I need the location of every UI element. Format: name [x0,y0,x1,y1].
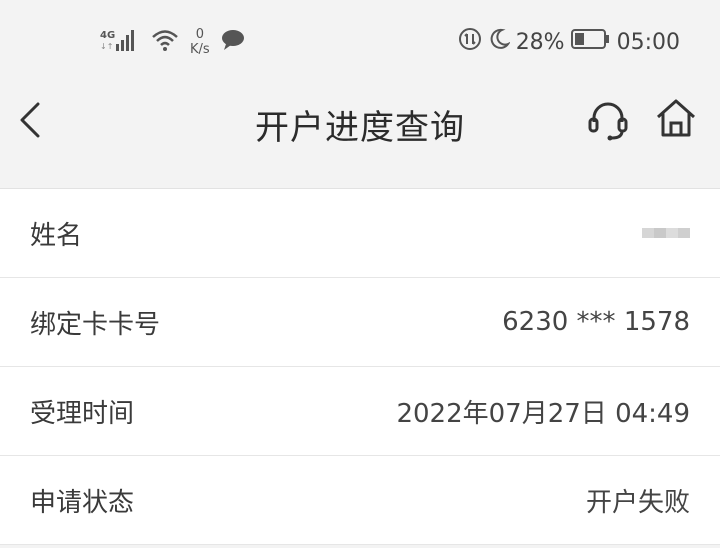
card-number-label: 绑定卡卡号 [30,309,161,340]
speed-unit: K/s [190,42,210,57]
accept-time-value: 2022年07月27日 04:49 [396,398,690,429]
home-icon [657,99,695,137]
message-icon [220,28,246,56]
row-application-status: 申请状态 开户失败 [0,456,720,545]
speed-value: 0 [195,27,204,42]
row-card-number: 绑定卡卡号 6230 *** 1578 [0,278,720,367]
svg-text:4G: 4G [100,30,115,41]
status-left: 4G ↓↑ 0 K/s [100,26,246,58]
name-value-redacted [642,228,690,238]
wifi-icon [150,27,180,57]
data-saver-icon [458,27,482,57]
row-accept-time: 受理时间 2022年07月27日 04:49 [0,367,720,456]
moon-icon [488,27,511,57]
application-status-label: 申请状态 [30,487,135,518]
signal-icon: 4G ↓↑ [100,27,140,57]
application-status-value: 开户失败 [585,487,690,518]
status-right: 28% 05:00 [458,26,680,58]
customer-service-button[interactable] [586,98,630,142]
home-button[interactable] [654,96,698,140]
battery-percent: 28% [515,29,565,55]
network-speed: 0 K/s [190,27,210,57]
clock: 05:00 [616,29,680,55]
status-bar: 4G ↓↑ 0 K/s 28% 05:00 [0,0,720,84]
accept-time-label: 受理时间 [30,398,135,429]
svg-text:↓↑: ↓↑ [100,42,113,51]
name-label: 姓名 [30,220,83,251]
navigation-bar: 开户进度查询 [0,84,720,189]
card-number-value: 6230 *** 1578 [502,307,690,337]
progress-detail-list: 姓名 绑定卡卡号 6230 *** 1578 受理时间 2022年07月27日 … [0,189,720,545]
row-name: 姓名 [0,189,720,278]
battery-icon [570,28,611,56]
headset-icon [588,102,628,141]
